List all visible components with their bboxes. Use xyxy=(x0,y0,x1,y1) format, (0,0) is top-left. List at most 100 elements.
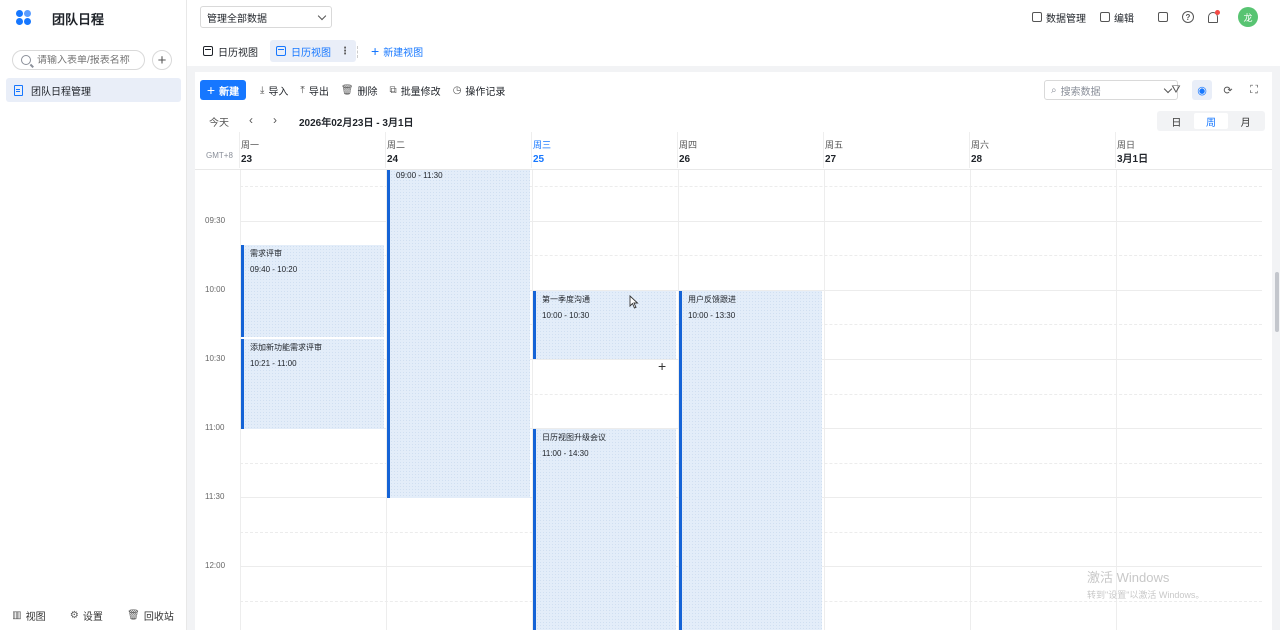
time-label: 10:00 xyxy=(205,285,226,294)
export-label: 导出 xyxy=(308,86,329,98)
tab-calendar-view-1[interactable]: 日历视图 xyxy=(197,40,264,62)
batch-edit-button[interactable]: ⧉ 批量修改 xyxy=(390,83,441,98)
event-title: 需求评审 xyxy=(250,249,282,258)
day-header: 周五 27 xyxy=(823,132,970,168)
data-scope-select[interactable]: 管理全部数据 xyxy=(200,6,332,28)
event-time: 11:00 - 14:30 xyxy=(542,449,589,458)
toolbar: + 新建 ⤓ 导入 ⤒ 导出 🗑 删除 ⧉ 批量修改 ◷ 操作记录 ⌕ 搜索数据 ⛛ ◉ ⟳ … xyxy=(200,80,1264,100)
weekday: 周四 xyxy=(679,140,698,150)
chevron-left-icon[interactable]: ‹ xyxy=(249,113,253,127)
calendar-nav: 今天 ‹ › 2026年02月23日 - 3月1日 日 周 月 xyxy=(195,108,1272,132)
data-search[interactable]: ⌕ 搜索数据 xyxy=(1044,80,1178,100)
settings-button[interactable]: ⚙ 设置 xyxy=(70,608,103,623)
new-view-label: 新建视图 xyxy=(383,47,424,59)
import-icon: ⤓ xyxy=(260,84,265,96)
edit-label: 编辑 xyxy=(1114,13,1134,25)
add-event-plus-icon[interactable]: + xyxy=(658,359,666,373)
batch-edit-icon: ⧉ xyxy=(389,84,397,96)
clock-icon: ◷ xyxy=(452,84,462,96)
chevron-right-icon[interactable]: › xyxy=(273,113,277,127)
contact-card-icon[interactable] xyxy=(1158,12,1168,22)
new-view-button[interactable]: + 新建视图 xyxy=(371,40,423,62)
top-right-actions: 数据管理 编辑 ? 龙 xyxy=(1032,6,1258,28)
watermark-line2: 转到"设置"以激活 Windows。 xyxy=(1087,590,1205,600)
day-number: 24 xyxy=(387,154,399,165)
watermark-line1: 激活 Windows xyxy=(1087,570,1170,585)
event-card[interactable]: 添加新功能需求评审 10:21 - 11:00 xyxy=(241,339,384,429)
event-card[interactable]: 用户反馈跟进 10:00 - 13:30 xyxy=(679,291,822,630)
tab-calendar-view-2[interactable]: 日历视图 ⋮ xyxy=(270,40,356,62)
weekday: 周六 xyxy=(971,140,990,150)
view-button[interactable]: ▥ 视图 xyxy=(12,608,45,623)
time-label: 09:30 xyxy=(205,216,226,225)
fullscreen-icon[interactable]: ⛶ xyxy=(1244,80,1264,100)
event-title: 第一季度沟通 xyxy=(542,295,590,304)
mode-month[interactable]: 月 xyxy=(1228,113,1263,129)
add-form-button[interactable]: + xyxy=(152,50,172,70)
delete-button[interactable]: 🗑 删除 xyxy=(341,83,378,98)
app-logo-icon xyxy=(16,10,32,26)
sidebar: 团队日程 + 团队日程管理 ▥视图 ⚙设置 🗑回收站 xyxy=(0,0,187,630)
mode-day[interactable]: 日 xyxy=(1159,113,1194,129)
sidebar-search-input[interactable] xyxy=(37,54,137,66)
day-header-today: 周三 25 xyxy=(531,132,678,168)
toolbar-icons: ⛛ ◉ ⟳ ⛶ xyxy=(1166,80,1264,100)
time-grid[interactable]: 09:30 10:00 10:30 11:00 11:30 12:00 09:0… xyxy=(195,170,1272,630)
day-number: 23 xyxy=(241,154,253,165)
event-time: 10:00 - 13:30 xyxy=(688,311,736,320)
export-button[interactable]: ⤒ 导出 xyxy=(300,83,328,98)
eye-icon[interactable]: ◉ xyxy=(1192,80,1212,100)
day-number: 27 xyxy=(825,154,837,165)
time-label: 11:30 xyxy=(205,492,225,501)
day-number: 3月1日 xyxy=(1117,154,1149,165)
more-options-icon[interactable]: ⋮ xyxy=(340,46,350,57)
import-label: 导入 xyxy=(268,86,289,98)
history-button[interactable]: ◷ 操作记录 xyxy=(453,83,506,98)
plus-icon: + xyxy=(371,43,380,59)
bar-chart-icon: ▥ xyxy=(12,609,22,621)
vertical-scrollbar[interactable] xyxy=(1275,272,1279,332)
day-number: 26 xyxy=(679,154,691,165)
view-mode-switch: 日 周 月 xyxy=(1157,111,1265,131)
event-title: 用户反馈跟进 xyxy=(688,295,736,304)
weekday: 周三 xyxy=(533,140,552,150)
notification-bell-icon[interactable] xyxy=(1208,9,1220,23)
event-card[interactable]: 09:00 - 11:30 xyxy=(387,170,530,498)
search-placeholder: 搜索数据 xyxy=(1060,86,1101,98)
view-tabs: 日历视图 日历视图 ⋮ + 新建视图 xyxy=(187,38,1280,64)
search-icon: ⌕ xyxy=(1051,84,1057,96)
weekday: 周日 xyxy=(1117,140,1136,150)
view-label: 视图 xyxy=(25,611,46,623)
sidebar-item-label: 团队日程管理 xyxy=(31,86,91,98)
content-area: + 新建 ⤓ 导入 ⤒ 导出 🗑 删除 ⧉ 批量修改 ◷ 操作记录 ⌕ 搜索数据 ⛛ ◉ ⟳ … xyxy=(187,66,1280,630)
settings-label: 设置 xyxy=(82,611,103,623)
chevron-down-icon xyxy=(317,11,327,20)
time-label: 10:30 xyxy=(205,354,226,363)
sidebar-search[interactable] xyxy=(12,50,145,70)
day-header-row: GMT+8 周一 23 周二 24 周三 25 周四 26 周五 27 周六 28 周日 3月… xyxy=(195,132,1272,170)
avatar[interactable]: 龙 xyxy=(1238,7,1258,27)
event-card[interactable]: 第一季度沟通 10:00 - 10:30 xyxy=(533,291,676,359)
help-icon[interactable]: ? xyxy=(1182,11,1194,23)
new-record-button[interactable]: + 新建 xyxy=(200,80,246,100)
day-number: 25 xyxy=(533,154,545,165)
export-icon: ⤒ xyxy=(300,84,305,96)
calendar-icon xyxy=(276,46,286,56)
import-button[interactable]: ⤓ 导入 xyxy=(260,83,288,98)
data-manage-label: 数据管理 xyxy=(1046,13,1086,25)
tab-label: 日历视图 xyxy=(218,47,258,59)
sidebar-item-team-schedule[interactable]: 团队日程管理 xyxy=(6,78,181,102)
refresh-icon[interactable]: ⟳ xyxy=(1218,80,1238,100)
sidebar-bottom-bar: ▥ 视图 ⚙ 设置 🗑 回收站 xyxy=(0,600,186,630)
filter-icon[interactable]: ⛛ xyxy=(1166,80,1186,100)
notification-dot xyxy=(1215,9,1220,15)
mode-week[interactable]: 周 xyxy=(1193,113,1229,129)
event-card[interactable]: 日历视图升级会议 11:00 - 14:30 xyxy=(533,429,676,630)
recycle-bin-button[interactable]: 🗑 回收站 xyxy=(127,608,174,623)
event-card[interactable]: 需求评审 09:40 - 10:20 xyxy=(241,245,384,337)
event-title: 添加新功能需求评审 xyxy=(250,343,322,352)
tab-label: 日历视图 xyxy=(291,47,331,59)
today-button[interactable]: 今天 xyxy=(209,114,229,129)
data-manage-button[interactable]: 数据管理 xyxy=(1032,10,1086,25)
edit-button[interactable]: 编辑 xyxy=(1100,10,1134,25)
